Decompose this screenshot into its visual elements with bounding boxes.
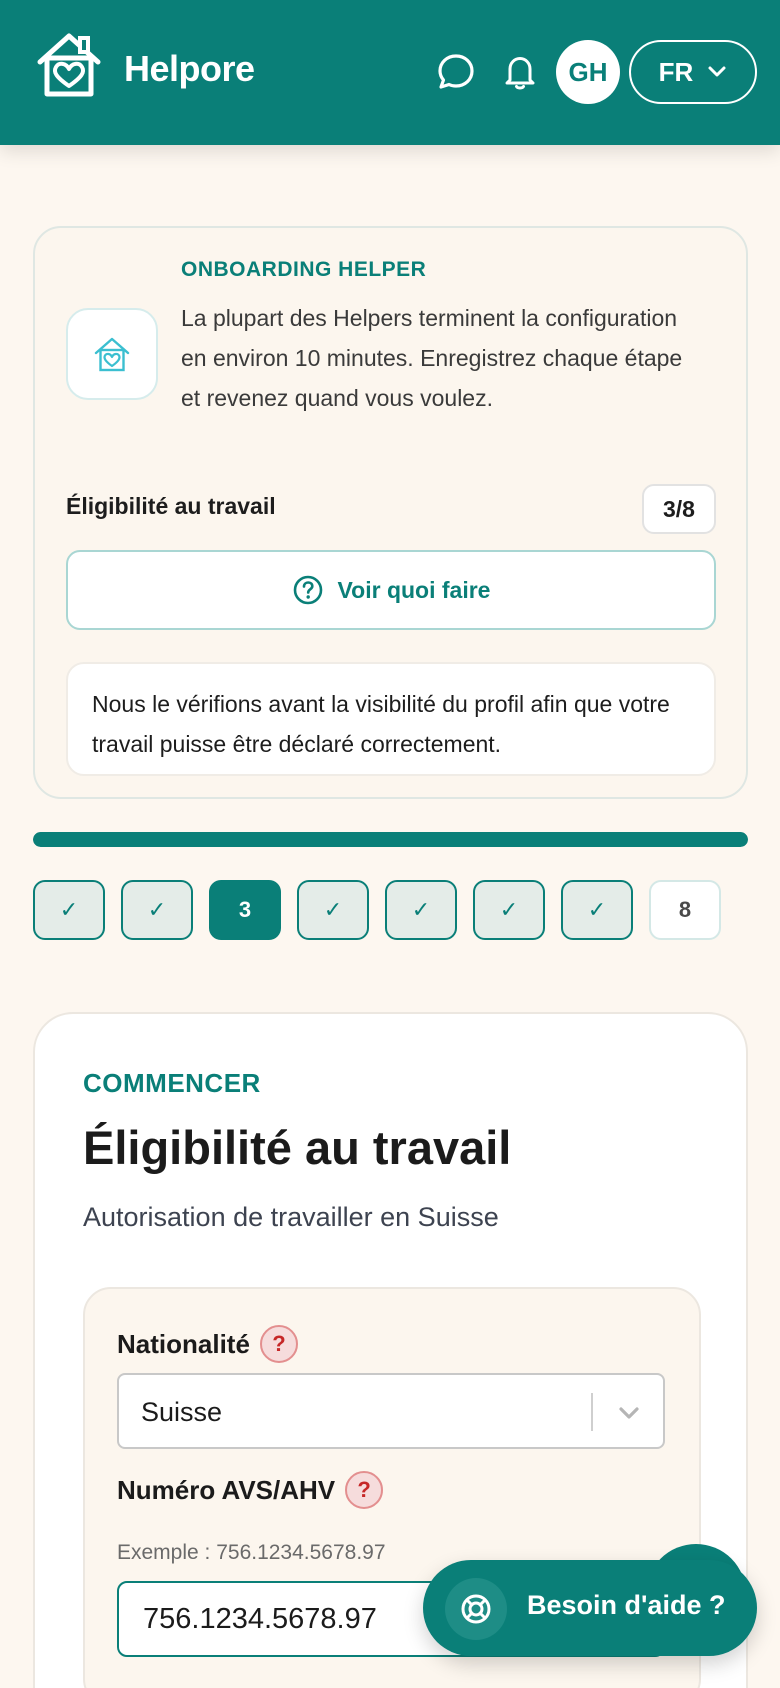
avs-hint: Exemple : 756.1234.5678.97 — [117, 1541, 386, 1564]
question-circle-icon — [293, 575, 322, 605]
progress-bar — [33, 832, 748, 847]
nationality-help-icon[interactable]: ? — [259, 1325, 298, 1363]
step-button-4[interactable]: ✓ — [297, 880, 369, 940]
house-heart-icon — [94, 337, 130, 372]
avatar[interactable]: GH — [556, 40, 620, 104]
lifebuoy-icon — [461, 1594, 491, 1624]
onboarding-kicker: ONBOARDING HELPER — [181, 258, 427, 281]
step-button-7[interactable]: ✓ — [561, 880, 633, 940]
language-selector[interactable]: FR — [629, 40, 757, 104]
help-button[interactable]: Besoin d'aide ? — [423, 1560, 757, 1656]
see-what-to-do-label: Voir quoi faire — [337, 576, 491, 603]
page-subtitle: Autorisation de travailler en Suisse — [83, 1202, 499, 1232]
step-button-1[interactable]: ✓ — [33, 880, 105, 940]
select-separator — [591, 1393, 593, 1431]
see-what-to-do-button[interactable]: Voir quoi faire — [66, 550, 716, 630]
bell-icon[interactable] — [500, 52, 540, 92]
nationality-label-row: Nationalité ? — [117, 1325, 298, 1363]
language-label: FR — [658, 56, 694, 87]
step-button-8[interactable]: 8 — [649, 880, 721, 940]
nationality-value: Suisse — [141, 1397, 223, 1427]
avs-label-row: Numéro AVS/AHV ? — [117, 1471, 384, 1509]
avs-label: Numéro AVS/AHV — [117, 1474, 336, 1505]
app-header: Helpore GH FR — [0, 0, 780, 145]
current-step-label: Éligibilité au travail — [66, 493, 276, 519]
lifebuoy-icon-wrap — [445, 1578, 507, 1640]
step-button-6[interactable]: ✓ — [473, 880, 545, 940]
brand-name[interactable]: Helpore — [124, 48, 255, 90]
progress-bar-fill — [33, 832, 748, 847]
verification-note: Nous le vérifions avant la visibilité du… — [66, 662, 716, 776]
onboarding-icon-box — [66, 308, 158, 400]
nationality-label: Nationalité — [117, 1328, 250, 1359]
chevron-down-icon — [708, 66, 726, 77]
onboarding-description: La plupart des Helpers terminent la conf… — [181, 305, 683, 411]
chevron-down-icon — [619, 1407, 639, 1419]
chat-icon[interactable] — [436, 52, 476, 92]
house-heart-logo-icon[interactable] — [34, 30, 104, 100]
step-count-badge: 3/8 — [642, 484, 716, 534]
onboarding-card: ONBOARDING HELPER La plupart des Helpers… — [33, 226, 748, 799]
step-button-3[interactable]: 3 — [209, 880, 281, 940]
help-button-label: Besoin d'aide ? — [527, 1590, 726, 1620]
page-title: Éligibilité au travail — [83, 1121, 512, 1174]
step-button-2[interactable]: ✓ — [121, 880, 193, 940]
step-button-5[interactable]: ✓ — [385, 880, 457, 940]
step-kicker: COMMENCER — [83, 1068, 261, 1098]
avs-help-icon[interactable]: ? — [345, 1471, 384, 1509]
nationality-select[interactable]: Suisse — [117, 1373, 665, 1449]
